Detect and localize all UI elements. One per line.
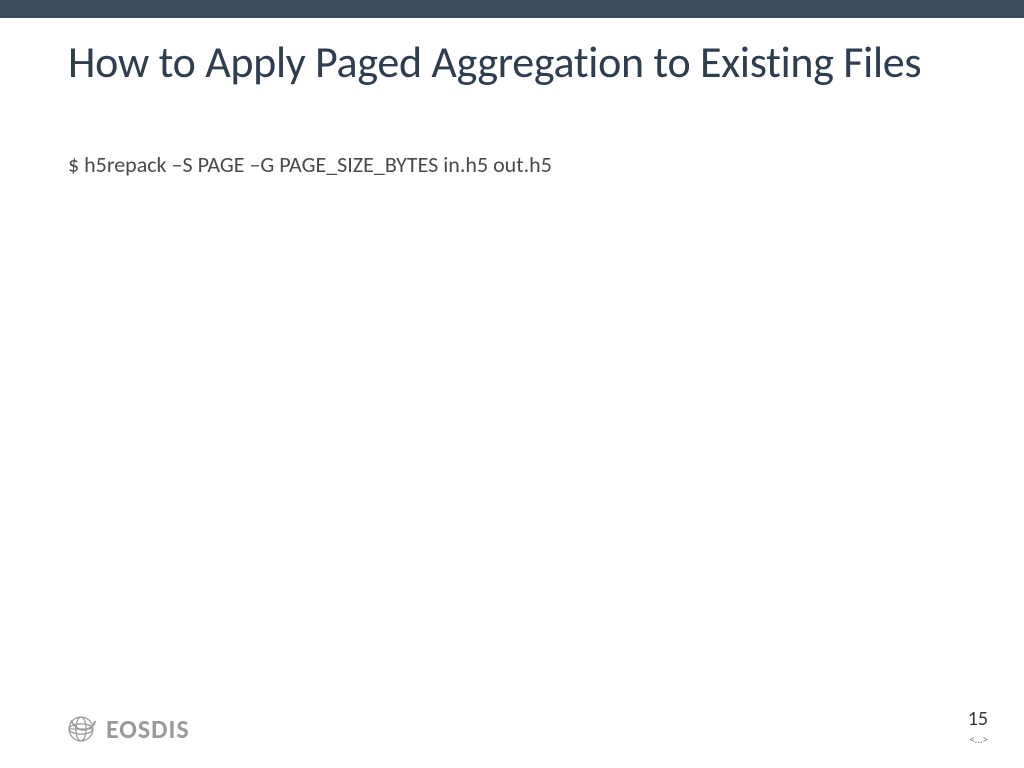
command-line: $ h5repack –S PAGE –G PAGE_SIZE_BYTES in… xyxy=(68,151,956,178)
slide-footer: EOSDIS 15 <…> xyxy=(0,707,1024,746)
slide-top-bar xyxy=(0,0,1024,18)
page-number-area: 15 <…> xyxy=(968,707,988,746)
logo: EOSDIS xyxy=(64,712,190,746)
logo-text: EOSDIS xyxy=(106,713,190,745)
slide-content: How to Apply Paged Aggregation to Existi… xyxy=(0,18,1024,178)
slide-title: How to Apply Paged Aggregation to Existi… xyxy=(68,36,956,89)
nav-hint: <…> xyxy=(968,733,988,746)
page-number: 15 xyxy=(968,707,988,731)
globe-icon xyxy=(64,712,98,746)
